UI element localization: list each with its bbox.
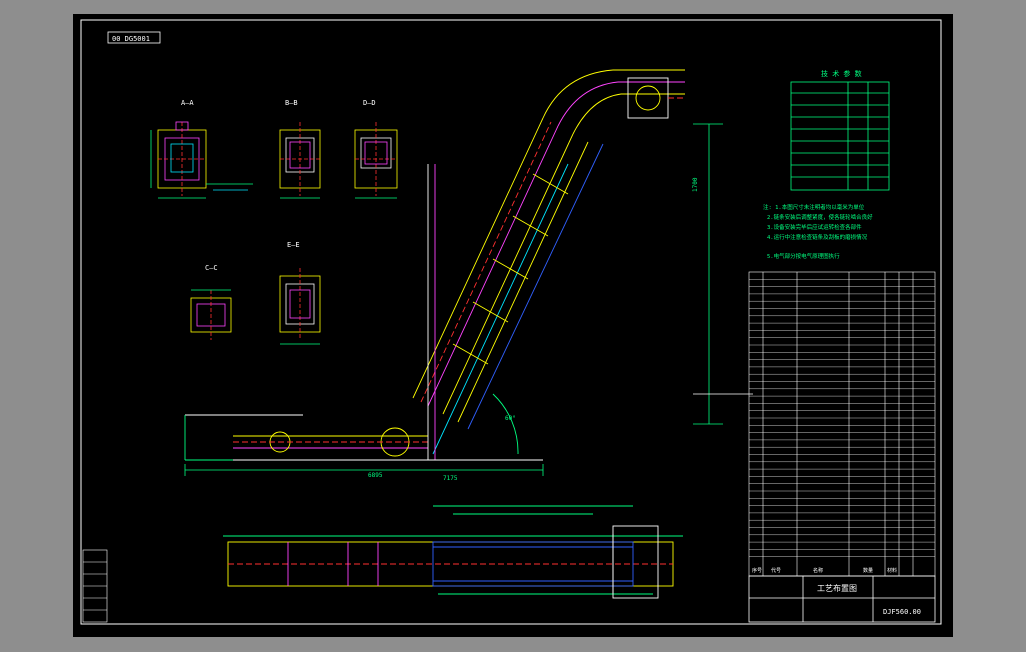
note-2: 2.链条安装后调整紧度，使各链轮啮合良好 [767, 213, 873, 221]
parts-header-0: 序号 [752, 567, 762, 574]
notes-block: 注: 1.本图尺寸未注明者均以毫米为单位 2.链条安装后调整紧度，使各链轮啮合良… [763, 203, 873, 260]
section-view-cc: C—C [190, 264, 232, 340]
section-label-c: C—C [205, 264, 218, 272]
note-5: 5.电气部分按电气原理图执行 [767, 252, 840, 260]
conveyor-elevation: 60° [184, 69, 685, 461]
section-view-dd: D—D [354, 99, 398, 199]
vertical-dimension [693, 123, 753, 425]
plan-view [223, 505, 683, 599]
cad-viewport[interactable]: 00 DG5001 A—A B—B D—D C—C E—E 60° 1700 6… [73, 14, 953, 637]
parts-header-3: 数量 [863, 567, 873, 574]
section-view-ee: E—E [279, 241, 321, 345]
section-view-aa: A—A [150, 99, 253, 199]
note-4: 4.运行中注意检查链条及刮板的磨损情况 [767, 233, 868, 241]
horizontal-dimension [184, 464, 544, 476]
section-label-b: B—B [285, 99, 298, 107]
parts-list [748, 271, 936, 577]
drawing-number: DJF560.00 [883, 608, 921, 616]
tech-table-title: 技 术 参 数 [821, 69, 862, 78]
note-1: 注: 1.本图尺寸未注明者均以毫米为单位 [763, 203, 865, 211]
tech-param-table [790, 81, 890, 191]
cad-drawing: 00 DG5001 A—A B—B D—D C—C E—E 60° 1700 6… [80, 19, 942, 625]
section-label-a: A—A [181, 99, 194, 107]
vertical-dim-label: 1700 [692, 177, 699, 192]
horizontal-dim-label: 6895 [368, 472, 383, 479]
parts-header: 序号 代号 名称 数量 材料 [752, 567, 897, 574]
section-view-bb: B—B [279, 99, 321, 199]
total-length-label: 7175 [443, 475, 458, 482]
section-label-d: D—D [363, 99, 376, 107]
parts-header-1: 代号 [771, 567, 781, 574]
sheet-border [80, 19, 942, 625]
parts-header-4: 材料 [887, 567, 897, 574]
section-label-e: E—E [287, 241, 300, 249]
revision-strip [82, 549, 108, 623]
angle-label: 60° [505, 415, 516, 422]
code-box-text: 00 DG5001 [112, 35, 150, 43]
note-3: 3.设备安装完毕后应试运转检查各部件 [767, 223, 862, 231]
parts-header-2: 名称 [813, 567, 823, 574]
title-block-name: 工艺布置图 [817, 583, 857, 593]
